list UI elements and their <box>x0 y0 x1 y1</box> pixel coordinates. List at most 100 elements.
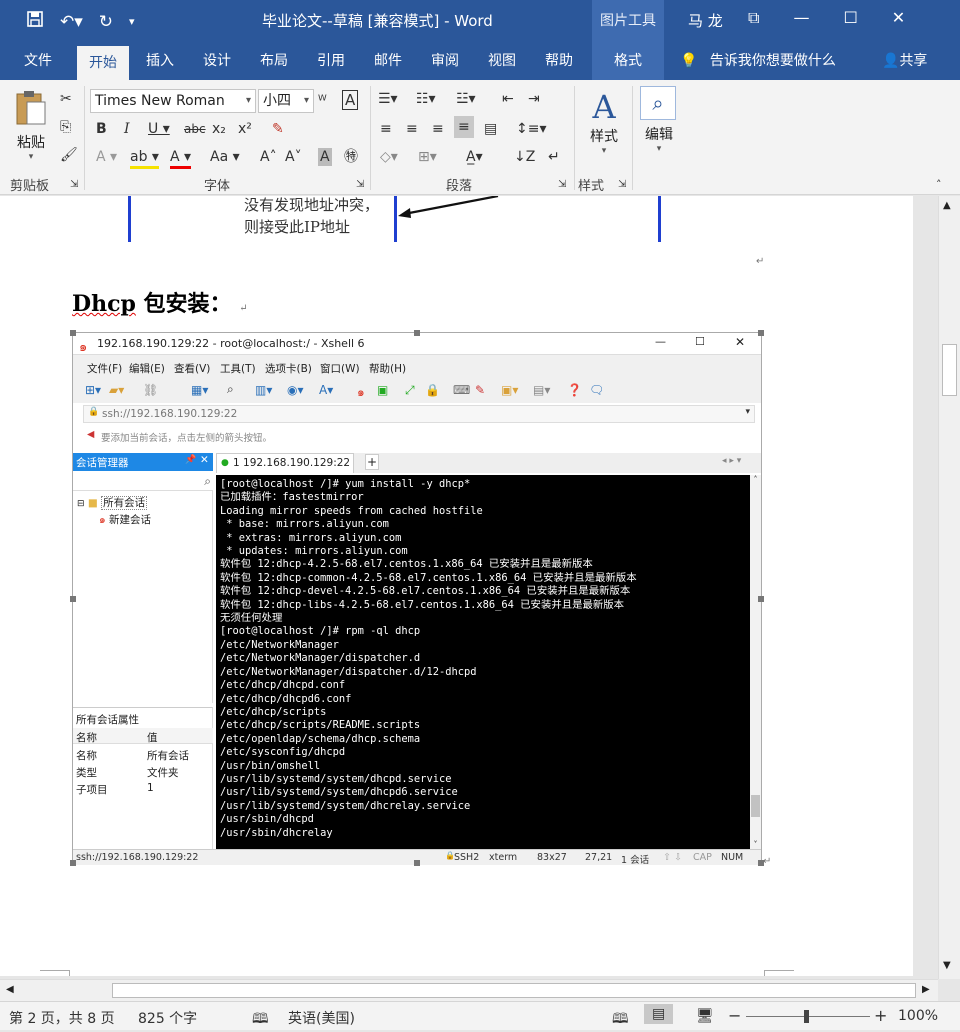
enclose-characters-icon[interactable]: ㊕ <box>344 148 358 166</box>
xshell-screenshot[interactable]: ๑ 192.168.190.129:22 - root@localhost:/ … <box>70 330 764 866</box>
tell-me[interactable]: 💡 告诉我你想要做什么 <box>680 42 836 80</box>
tab-format[interactable]: 格式 <box>592 42 664 80</box>
resize-handle[interactable] <box>70 860 76 866</box>
xshell-icon[interactable]: ๑ <box>357 383 365 402</box>
lock-icon[interactable]: 🔒 <box>425 383 440 397</box>
shrink-font-icon[interactable]: A˅ <box>285 148 302 166</box>
globe-icon[interactable]: ◉▾ <box>287 383 304 397</box>
highlight-icon[interactable]: ab ▾ <box>130 148 159 169</box>
highlight-icon[interactable]: ✎ <box>475 383 485 397</box>
bullets-icon[interactable]: ☰▾ <box>378 90 398 108</box>
shading-icon[interactable]: ◇▾ <box>380 148 398 166</box>
tree-item-new-session[interactable]: ๑ 新建会话 <box>99 511 151 528</box>
justify-icon[interactable]: ≡ <box>454 116 474 138</box>
tab-insert[interactable]: 插入 <box>146 42 174 80</box>
line-spacing-icon[interactable]: ↕≡▾ <box>516 120 547 138</box>
script-icon[interactable]: ▣▾ <box>501 383 518 397</box>
read-mode-icon[interactable]: 🕮 <box>612 1008 629 1032</box>
resize-handle[interactable] <box>70 330 76 336</box>
ribbon-display-icon[interactable]: ⧉ <box>748 8 759 28</box>
grow-font-icon[interactable]: A˄ <box>260 148 277 166</box>
tab-help[interactable]: 帮助 <box>545 42 573 80</box>
decrease-indent-icon[interactable]: ⇤ <box>502 90 514 108</box>
sort-icon[interactable]: ↓Z <box>514 148 535 166</box>
proofing-icon[interactable]: 🕮 <box>252 1008 269 1032</box>
resize-handle[interactable] <box>414 330 420 336</box>
zoom-slider-thumb[interactable] <box>804 1010 809 1023</box>
tab-layout[interactable]: 布局 <box>260 42 288 80</box>
tab-view[interactable]: 视图 <box>488 42 516 80</box>
resize-handle[interactable] <box>70 596 76 602</box>
word-count[interactable]: 825 个字 <box>138 1008 197 1028</box>
chat-icon[interactable]: 🗨 <box>589 383 604 397</box>
increase-indent-icon[interactable]: ⇥ <box>528 90 540 108</box>
change-case-icon[interactable]: Aa ▾ <box>210 148 240 166</box>
menu-file[interactable]: 文件(F) <box>87 361 122 376</box>
tab-home[interactable]: 开始 <box>77 46 129 80</box>
scroll-down-icon[interactable]: ▼ <box>943 960 951 971</box>
zoom-in-icon[interactable]: + <box>874 1006 887 1025</box>
tab-review[interactable]: 审阅 <box>431 42 459 80</box>
menu-edit[interactable]: 编辑(E) <box>129 361 165 376</box>
bold-icon[interactable]: B <box>96 120 107 138</box>
tab-file[interactable]: 文件 <box>24 42 52 80</box>
character-shading-icon[interactable]: A <box>318 148 332 166</box>
strikethrough-icon[interactable]: abc <box>184 120 206 138</box>
terminal-scrollbar[interactable]: ˄ ˅ <box>750 475 761 849</box>
share-button[interactable]: 👤共享 <box>882 42 927 80</box>
scroll-right-icon[interactable]: ▶ <box>922 984 930 995</box>
keyboard-icon[interactable]: ⌨ <box>453 383 470 397</box>
open-icon[interactable]: ▰▾ <box>109 383 124 397</box>
link-icon[interactable]: ⛓ <box>143 383 158 397</box>
close-icon[interactable]: ✕ <box>735 335 745 349</box>
scroll-down-icon[interactable]: ˅ <box>750 840 761 849</box>
vertical-scrollbar[interactable]: ▲ ▼ <box>938 196 960 979</box>
terminal-output[interactable]: [root@localhost /]# yum install -y dhcp*… <box>216 475 750 849</box>
maximize-icon[interactable]: ☐ <box>695 335 705 348</box>
clear-formatting-icon[interactable]: ✎ <box>272 120 284 138</box>
chevron-down-icon[interactable]: ▾ <box>745 407 750 417</box>
dialog-launcher-icon[interactable]: ⇲ <box>356 176 364 194</box>
maximize-icon[interactable]: ☐ <box>843 8 857 28</box>
character-border-icon[interactable]: A <box>342 90 359 110</box>
copy-icon[interactable]: ⎘ <box>60 118 71 136</box>
document-page[interactable]: 没有发现地址冲突， 则接受此IP地址 ↵ Dhcp 包安装： ↵ ๑ 192.1… <box>0 196 913 976</box>
tree-item-all-sessions[interactable]: ⊟ ■ 所有会话 <box>77 495 148 510</box>
dialog-launcher-icon[interactable]: ⇲ <box>618 176 626 194</box>
tab-references[interactable]: 引用 <box>317 42 345 80</box>
scroll-up-icon[interactable]: ˄ <box>750 475 761 484</box>
horizontal-scrollbar[interactable]: ◀ ▶ <box>0 979 938 1001</box>
zoom-level[interactable]: 100% <box>898 1008 938 1024</box>
close-icon[interactable]: ✕ <box>200 454 209 466</box>
menu-help[interactable]: 帮助(H) <box>369 361 406 376</box>
pin-icon[interactable]: 📌 <box>185 455 196 465</box>
dialog-launcher-icon[interactable]: ⇲ <box>70 176 78 194</box>
subscript-icon[interactable]: x₂ <box>212 120 226 138</box>
align-left-icon[interactable]: ≡ <box>380 120 392 138</box>
font-icon[interactable]: A▾ <box>319 383 333 397</box>
bookmark-icon[interactable]: ◀ <box>87 429 94 440</box>
resize-handle[interactable] <box>414 860 420 866</box>
align-right-icon[interactable]: ≡ <box>432 120 444 138</box>
scroll-up-icon[interactable]: ▲ <box>943 200 951 211</box>
zoom-slider[interactable] <box>746 1010 870 1023</box>
scroll-thumb[interactable] <box>942 344 957 396</box>
properties-icon[interactable]: ▦▾ <box>191 383 208 397</box>
fullscreen-icon[interactable]: ⤢ <box>405 383 415 398</box>
styles-button[interactable]: A 样式 ▾ <box>584 88 624 156</box>
tab-design[interactable]: 设计 <box>203 42 231 80</box>
underline-icon[interactable]: U ▾ <box>148 120 170 138</box>
phonetic-guide-icon[interactable]: ᵂ <box>318 92 327 110</box>
add-tab-icon[interactable]: + <box>365 454 379 470</box>
dialog-launcher-icon[interactable]: ⇲ <box>558 176 566 194</box>
customize-qat-icon[interactable]: ▾ <box>129 12 135 32</box>
multilevel-list-icon[interactable]: ☳▾ <box>456 90 476 108</box>
numbering-icon[interactable]: ☷▾ <box>416 90 436 108</box>
minimize-icon[interactable]: — <box>793 8 809 28</box>
format-painter-icon[interactable]: 🖌 <box>60 146 78 164</box>
scroll-thumb[interactable] <box>112 983 916 998</box>
font-color-icon[interactable]: A ▾ <box>170 148 192 169</box>
session-search[interactable]: ⌕ <box>73 473 213 491</box>
page-count[interactable]: 第 2 页，共 8 页 <box>9 1008 115 1028</box>
layout-icon[interactable]: ▥▾ <box>255 383 272 397</box>
